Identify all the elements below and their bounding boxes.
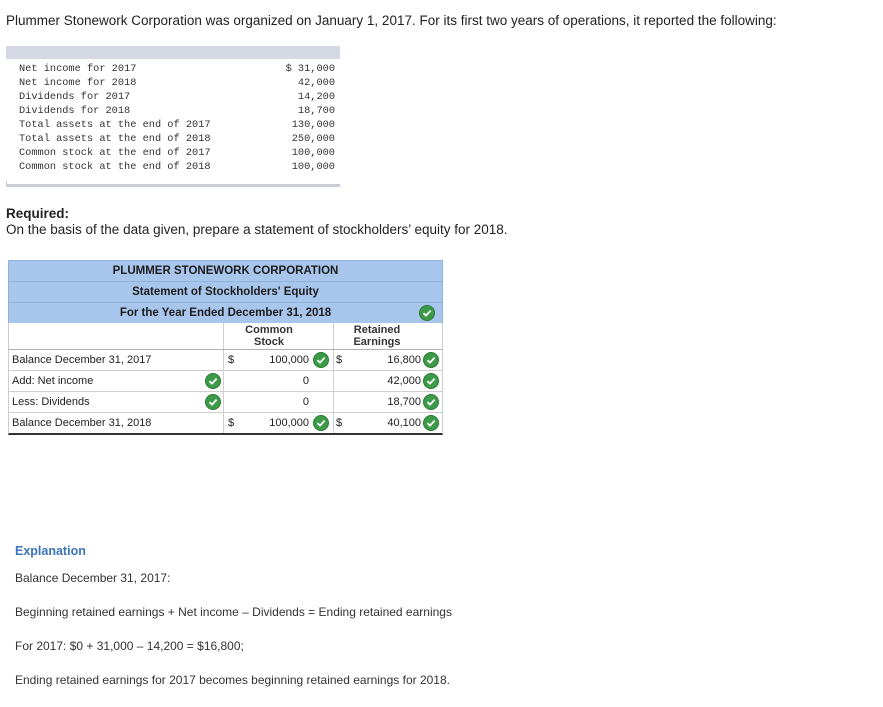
column-divider xyxy=(333,371,334,391)
required-title: Required: xyxy=(6,206,70,221)
correct-check-icon xyxy=(423,373,439,389)
correct-check-icon xyxy=(423,394,439,410)
given-data-row: Total assets at the end of 2018 250,000 xyxy=(19,132,335,146)
given-data-label: Net income for 2017 xyxy=(19,63,137,75)
given-data-row: Dividends for 2017 14,200 xyxy=(19,90,335,104)
given-data-value: 130,000 xyxy=(291,119,335,131)
statement-title: Statement of Stockholders' Equity xyxy=(8,281,443,302)
stockholders-equity-statement: PLUMMER STONEWORK CORPORATION Statement … xyxy=(8,260,443,435)
row-label[interactable]: Add: Net income xyxy=(12,371,93,391)
company-name-text: PLUMMER STONEWORK CORPORATION xyxy=(112,265,339,277)
given-data-label: Dividends for 2018 xyxy=(19,105,131,117)
problem-intro: Plummer Stonework Corporation was organi… xyxy=(6,13,777,28)
retained-earnings-value[interactable]: 18,700 xyxy=(361,392,421,412)
correct-check-icon xyxy=(419,305,435,321)
statement-row: Balance December 31, 2017 $100,000 $16,800 xyxy=(8,350,443,371)
given-data-header-bar xyxy=(6,46,340,59)
explanation-line: Balance December 31, 2017: xyxy=(15,571,171,585)
column-divider xyxy=(223,323,224,349)
statement-period-text: For the Year Ended December 31, 2018 xyxy=(119,307,332,319)
explanation-title: Explanation xyxy=(15,544,86,558)
retained-earnings-value[interactable]: 42,000 xyxy=(361,371,421,391)
given-data-label: Dividends for 2017 xyxy=(19,91,131,103)
correct-check-icon xyxy=(423,352,439,368)
given-box-corner xyxy=(6,181,7,187)
explanation-line: Beginning retained earnings + Net income… xyxy=(15,605,452,619)
column-divider xyxy=(223,350,224,370)
given-data-value: 18,700 xyxy=(297,105,335,117)
common-stock-dollar-sign: $ xyxy=(228,417,235,429)
row-label[interactable]: Balance December 31, 2017 xyxy=(12,350,151,370)
required-text: On the basis of the data given, prepare … xyxy=(6,222,508,237)
given-data-value: $ 31,000 xyxy=(285,63,335,75)
correct-check-icon xyxy=(423,415,439,431)
column-divider xyxy=(223,413,224,433)
statement-row: Less: Dividends 0 18,700 xyxy=(8,392,443,413)
column-divider xyxy=(333,323,334,349)
statement-rows: Balance December 31, 2017 $100,000 $16,800… xyxy=(8,350,443,435)
given-data-row: Total assets at the end of 2017 130,000 xyxy=(19,118,335,132)
common-stock-value[interactable]: 0 xyxy=(249,371,309,391)
statement-period: For the Year Ended December 31, 2018 xyxy=(8,302,443,323)
correct-check-icon xyxy=(205,373,221,389)
given-data-row: Net income for 2017 $ 31,000 xyxy=(19,62,335,76)
correct-check-icon xyxy=(313,352,329,368)
given-data-value: 42,000 xyxy=(297,77,335,89)
column-divider xyxy=(333,350,334,370)
retained-earnings-dollar-sign: $ xyxy=(336,417,343,429)
statement-company-name: PLUMMER STONEWORK CORPORATION xyxy=(8,260,443,281)
statement-row: Add: Net income 0 42,000 xyxy=(8,371,443,392)
common-stock-value[interactable]: 100,000 xyxy=(249,350,309,370)
given-data-label: Net income for 2018 xyxy=(19,77,137,89)
common-stock-value[interactable]: 0 xyxy=(249,392,309,412)
given-data-value: 100,000 xyxy=(291,161,335,173)
given-data-value: 14,200 xyxy=(297,91,335,103)
column-divider xyxy=(223,371,224,391)
retained-earnings-value[interactable]: 16,800 xyxy=(361,350,421,370)
column-divider xyxy=(223,392,224,412)
correct-check-icon xyxy=(313,415,329,431)
column-divider xyxy=(333,392,334,412)
retained-earnings-value[interactable]: 40,100 xyxy=(361,413,421,433)
statement-row: Balance December 31, 2018 $100,000 $40,100 xyxy=(8,413,443,435)
given-data-row: Dividends for 2018 18,700 xyxy=(19,104,335,118)
column-header-common-stock: Common Stock xyxy=(245,324,293,348)
given-data-label: Total assets at the end of 2017 xyxy=(19,119,211,131)
correct-check-icon xyxy=(205,394,221,410)
row-label[interactable]: Balance December 31, 2018 xyxy=(12,413,151,433)
given-data-row: Net income for 2018 42,000 xyxy=(19,76,335,90)
row-label[interactable]: Less: Dividends xyxy=(12,392,90,412)
given-data-row: Common stock at the end of 2018 100,000 xyxy=(19,160,335,174)
common-stock-dollar-sign: $ xyxy=(228,354,235,366)
given-data-value: 250,000 xyxy=(291,133,335,145)
given-data-row: Common stock at the end of 2017 100,000 xyxy=(19,146,335,160)
given-data-label: Common stock at the end of 2017 xyxy=(19,147,211,159)
retained-earnings-dollar-sign: $ xyxy=(336,354,343,366)
given-data-box: Net income for 2017 $ 31,000 Net income fo… xyxy=(6,46,340,187)
given-data-label: Common stock at the end of 2018 xyxy=(19,161,211,173)
common-stock-value[interactable]: 100,000 xyxy=(249,413,309,433)
given-data-value: 100,000 xyxy=(291,147,335,159)
explanation-line: For 2017: $0 + 31,000 – 14,200 = $16,800… xyxy=(15,639,244,653)
statement-title-text: Statement of Stockholders' Equity xyxy=(132,286,319,298)
given-data-label: Total assets at the end of 2018 xyxy=(19,133,211,145)
column-divider xyxy=(333,413,334,433)
given-data-list: Net income for 2017 $ 31,000 Net income fo… xyxy=(19,62,335,174)
column-header-retained-earnings: Retained Earnings xyxy=(353,324,401,348)
explanation-line: Ending retained earnings for 2017 become… xyxy=(15,673,450,687)
column-header-row: Common Stock Retained Earnings xyxy=(8,323,443,350)
